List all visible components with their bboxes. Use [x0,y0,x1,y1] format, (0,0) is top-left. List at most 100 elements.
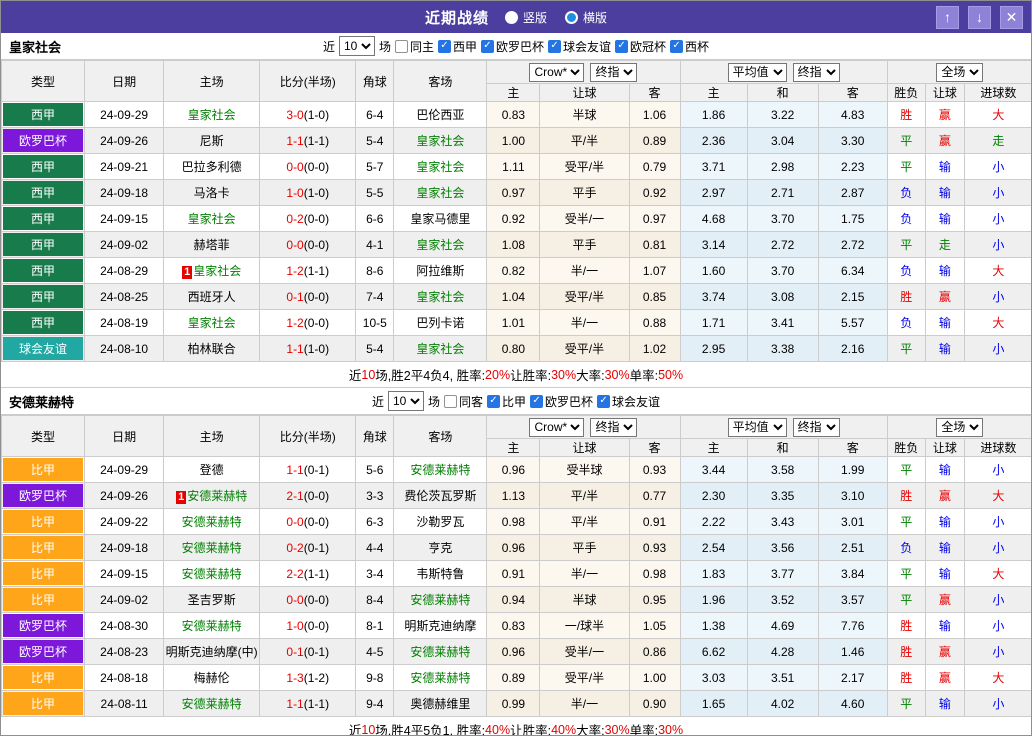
result-wdl: 负 [887,535,925,561]
home-team: 马洛卡 [164,180,260,206]
eu-home-odds: 6.62 [680,639,747,665]
league-checkbox-1[interactable]: 欧罗巴杯 [481,38,544,55]
sub-column-header: 客 [629,84,680,102]
titlebar: 近期战绩 竖版横版 ↑↓✕ [1,1,1031,33]
odds-source-select[interactable]: 终指 [590,63,637,82]
league-checkbox-0[interactable]: 西甲 [438,38,477,55]
league-checkbox-0[interactable]: 比甲 [487,393,526,410]
match-score: 1-2(1-1) [260,258,356,284]
close-button[interactable]: ✕ [1000,6,1023,29]
eu-away-odds: 3.10 [818,483,887,509]
result-wdl: 负 [887,258,925,284]
summary-segment: 大率: [576,365,604,384]
result-wdl: 胜 [887,613,925,639]
corners: 6-6 [356,206,394,232]
sub-column-header: 胜负 [887,84,925,102]
match-score: 0-2(0-0) [260,206,356,232]
match-count-select[interactable]: 10 [388,391,424,411]
league-checkbox-2[interactable]: 球会友谊 [548,38,611,55]
eu-draw-odds: 2.72 [747,232,818,258]
corners: 6-4 [356,102,394,128]
result-wdl: 负 [887,206,925,232]
home-team: 西班牙人 [164,284,260,310]
ah-home-odds: 0.98 [487,509,540,535]
league-badge: 西甲 [3,311,83,334]
eu-draw-odds: 3.52 [747,587,818,613]
match-date: 24-09-18 [85,535,164,561]
table-row: 西甲24-08-19皇家社会1-2(0-0)10-5巴列卡诺1.01半/一0.8… [2,310,1032,336]
eu-draw-odds: 2.98 [747,154,818,180]
ah-line: 平/半 [540,483,629,509]
result-handicap: 输 [925,336,964,362]
odds-source-select[interactable]: Crow* [529,418,584,437]
column-header: 比分(半场) [260,61,356,102]
same-venue-checkbox[interactable]: 同主 [395,38,434,55]
ah-line: 平手 [540,535,629,561]
result-goals: 小 [964,232,1032,258]
match-count-select[interactable]: 10 [339,36,375,56]
eu-home-odds: 3.44 [680,457,747,483]
eu-home-odds: 4.68 [680,206,747,232]
ah-away-odds: 0.85 [629,284,680,310]
ah-line: 半球 [540,102,629,128]
odds-source-select[interactable]: 全场 [936,63,983,82]
column-header: 日期 [85,416,164,457]
result-goals: 小 [964,509,1032,535]
table-row: 欧罗巴杯24-09-261安德莱赫特2-1(0-0)3-3费伦茨瓦罗斯1.13平… [2,483,1032,509]
odds-source-select[interactable]: Crow* [529,63,584,82]
ah-line: 半/一 [540,691,629,717]
eu-away-odds: 3.01 [818,509,887,535]
league-checkbox-3[interactable]: 欧冠杯 [615,38,666,55]
result-wdl: 平 [887,509,925,535]
league-badge: 比甲 [3,692,83,715]
column-header: 角球 [356,416,394,457]
corners: 8-4 [356,587,394,613]
odds-source-select[interactable]: 平均值 [728,63,787,82]
ah-away-odds: 1.05 [629,613,680,639]
league-badge: 欧罗巴杯 [3,129,83,152]
same-venue-checkbox[interactable]: 同客 [444,393,483,410]
near-label: 近 [323,38,335,55]
ah-away-odds: 0.93 [629,457,680,483]
close-icon: ✕ [1006,9,1018,26]
ah-line: 半/一 [540,310,629,336]
results-table: 类型日期主场比分(半场)角球客场Crow*终指平均值终指全场主让球客主和客胜负让… [1,415,1032,717]
sub-column-header: 和 [747,84,818,102]
ah-away-odds: 1.00 [629,665,680,691]
ah-away-odds: 0.88 [629,310,680,336]
odds-source-select[interactable]: 终指 [590,418,637,437]
arrow-down-icon: ↓ [976,9,983,25]
odds-source-select[interactable]: 终指 [793,63,840,82]
away-team: 皇家社会 [394,284,487,310]
eu-home-odds: 1.38 [680,613,747,639]
sub-column-header: 客 [818,439,887,457]
summary-segment: 单率: [630,365,658,384]
league-checkbox-1[interactable]: 欧罗巴杯 [530,393,593,410]
summary-segment: 50% [658,368,683,382]
eu-draw-odds: 3.51 [747,665,818,691]
sub-column-header: 进球数 [964,84,1032,102]
odds-source-select[interactable]: 全场 [936,418,983,437]
red-card-badge: 1 [176,491,186,504]
ah-away-odds: 0.89 [629,128,680,154]
away-team: 沙勒罗瓦 [394,509,487,535]
summary-line: 近10场,胜4平5负1, 胜率:40% 让胜率:40% 大率:30% 单率:30… [1,717,1031,736]
odds-source-select[interactable]: 终指 [793,418,840,437]
move-up-button[interactable]: ↑ [936,6,959,29]
match-date: 24-09-29 [85,102,164,128]
checkbox-icon [487,395,500,408]
checkbox-label: 欧罗巴杯 [545,393,593,410]
summary-segment: 近 [349,720,362,736]
league-checkbox-4[interactable]: 西杯 [670,38,709,55]
table-row: 欧罗巴杯24-09-26尼斯1-1(1-1)5-4皇家社会1.00平/半0.89… [2,128,1032,154]
odds-source-select[interactable]: 平均值 [728,418,787,437]
league-checkbox-2[interactable]: 球会友谊 [597,393,660,410]
layout-radio-0[interactable]: 竖版 [505,9,547,26]
sub-column-header: 胜负 [887,439,925,457]
result-handicap: 赢 [925,102,964,128]
table-row: 西甲24-09-18马洛卡1-0(1-0)5-5皇家社会0.97平手0.922.… [2,180,1032,206]
eu-draw-odds: 3.77 [747,561,818,587]
move-down-button[interactable]: ↓ [968,6,991,29]
eu-draw-odds: 3.08 [747,284,818,310]
layout-radio-1[interactable]: 横版 [565,9,607,26]
